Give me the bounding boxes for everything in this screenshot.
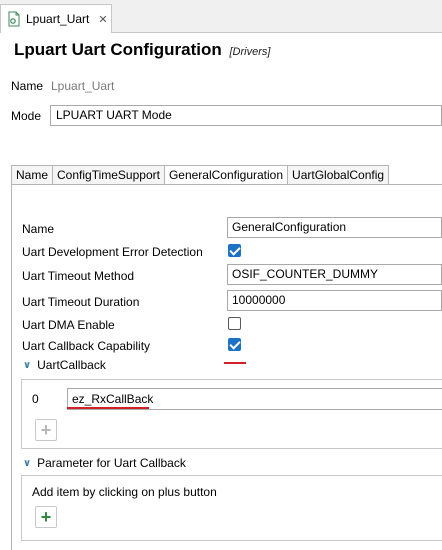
editor-tab-label: Lpuart_Uart <box>26 12 90 26</box>
mode-field[interactable]: LPUART UART Mode <box>50 105 442 126</box>
plus-icon: + <box>40 420 52 440</box>
timeout-duration-input[interactable]: 10000000 <box>227 290 442 311</box>
uart-callback-section[interactable]: ∨ UartCallback <box>23 358 106 372</box>
tab-uart-global-config[interactable]: UartGlobalConfig <box>287 165 390 185</box>
param-callback-section[interactable]: ∨ Parameter for Uart Callback <box>23 456 186 470</box>
timeout-method-field[interactable]: OSIF_COUNTER_DUMMY <box>227 264 442 285</box>
name-value: Lpuart_Uart <box>51 79 115 93</box>
page-title: Lpuart Uart Configuration [Drivers] <box>14 40 270 60</box>
config-tabs: Name ConfigTimeSupport GeneralConfigurat… <box>11 165 390 185</box>
param-callback-hint: Add item by clicking on plus button <box>32 485 217 499</box>
editor-tab-lpuart-uart[interactable]: Lpuart_Uart ✕ <box>0 4 112 33</box>
editor-tabbar: Lpuart_Uart ✕ <box>0 0 442 33</box>
close-icon[interactable]: ✕ <box>98 13 107 26</box>
dma-enable-checkbox[interactable] <box>228 317 241 330</box>
field-name-input[interactable]: GeneralConfiguration <box>227 217 442 238</box>
list-item-index: 0 <box>32 392 39 406</box>
tab-name[interactable]: Name <box>11 165 53 185</box>
timeout-method-label: Uart Timeout Method <box>22 269 135 283</box>
page-title-text: Lpuart Uart Configuration <box>14 40 222 59</box>
annotation-underline <box>67 407 149 409</box>
add-callback-button[interactable]: + <box>35 419 57 441</box>
tab-config-time-support[interactable]: ConfigTimeSupport <box>52 165 164 185</box>
name-label: Name <box>11 79 44 93</box>
annotation-underline <box>224 362 246 364</box>
chevron-down-icon: ∨ <box>23 359 32 371</box>
file-icon <box>7 11 21 27</box>
tab-general-configuration[interactable]: GeneralConfiguration <box>163 165 288 185</box>
field-name-label: Name <box>22 222 55 236</box>
dev-error-detection-checkbox[interactable] <box>228 244 241 257</box>
plus-icon: + <box>40 507 52 527</box>
callback-capability-checkbox[interactable] <box>228 338 241 351</box>
mode-label: Mode <box>11 109 42 123</box>
timeout-duration-label: Uart Timeout Duration <box>22 295 140 309</box>
chevron-down-icon: ∨ <box>23 457 32 469</box>
dev-error-detection-label: Uart Development Error Detection <box>22 245 203 259</box>
add-parameter-button[interactable]: + <box>35 506 57 528</box>
dma-enable-label: Uart DMA Enable <box>22 318 115 332</box>
page-subtitle: [Drivers] <box>229 46 271 58</box>
callback-capability-label: Uart Callback Capability <box>22 339 151 353</box>
param-callback-heading: Parameter for Uart Callback <box>37 456 186 470</box>
uart-callback-heading: UartCallback <box>37 358 106 372</box>
